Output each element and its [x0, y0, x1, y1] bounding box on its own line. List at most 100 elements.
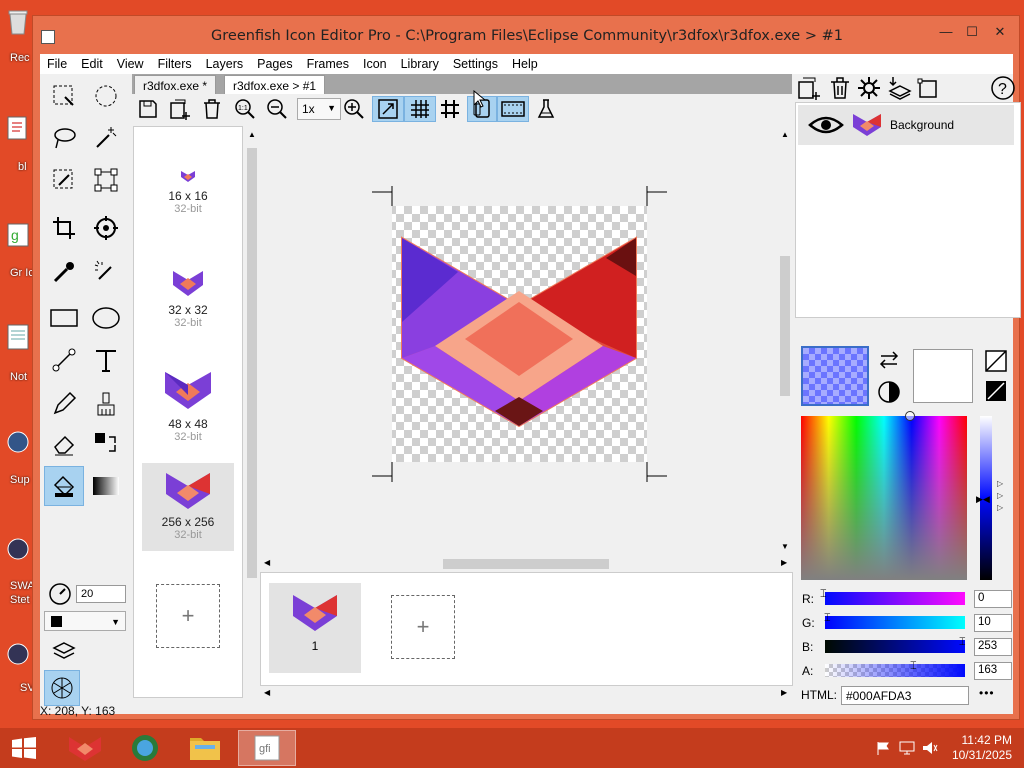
new-page-icon[interactable] — [166, 96, 194, 122]
flag-icon[interactable] — [876, 741, 890, 755]
tab-r3dfox-frame1[interactable]: r3dfox.exe > #1 — [224, 75, 326, 95]
brush-size-input[interactable]: 20 — [76, 585, 126, 603]
layer-properties-icon[interactable] — [917, 76, 941, 100]
minimize-button[interactable]: — — [933, 21, 959, 43]
inverted-color-icon[interactable] — [985, 380, 1007, 402]
swap-colors-icon[interactable] — [877, 350, 901, 370]
eyedropper-icon[interactable] — [46, 254, 82, 290]
scroll-right-icon[interactable]: ▶ — [781, 688, 787, 697]
line-icon[interactable] — [46, 342, 82, 378]
layers-mode-icon[interactable] — [46, 634, 82, 670]
menu-icon[interactable]: Icon — [356, 57, 394, 71]
horizontal-scroll-thumb[interactable] — [443, 559, 609, 569]
fit-icon[interactable] — [372, 96, 404, 122]
recycle-bin-icon[interactable]: Rec — [6, 8, 32, 64]
red-slider-thumb[interactable]: ⌶ — [820, 588, 827, 601]
merge-down-icon[interactable] — [887, 76, 913, 100]
menu-library[interactable]: Library — [394, 57, 446, 71]
brush-shape-select[interactable]: ▼ — [44, 611, 126, 631]
notepad-shortcut-icon[interactable]: Not — [6, 323, 32, 383]
greenfish-shortcut-icon[interactable]: g Gr Ico — [6, 222, 40, 279]
test-icon[interactable] — [532, 96, 560, 122]
sv-shortcut-icon[interactable]: SV — [6, 640, 35, 694]
invert-icon[interactable] — [877, 380, 901, 404]
transform-icon[interactable] — [88, 162, 124, 198]
lightness-marker-icon[interactable]: ▶◀ — [976, 494, 990, 505]
taskbar-explorer-icon[interactable] — [176, 730, 234, 766]
fill-icon[interactable] — [44, 466, 84, 506]
blue-value[interactable]: 253 — [974, 638, 1012, 656]
icon-canvas[interactable] — [260, 126, 793, 558]
taskbar-greenfish-icon[interactable]: gfi — [238, 730, 296, 766]
add-frame-button[interactable]: + — [391, 595, 455, 659]
gradient-icon[interactable] — [88, 468, 124, 504]
airbrush-icon[interactable] — [88, 254, 124, 290]
html-color-input[interactable]: #000AFDA3 — [841, 686, 969, 705]
blue-slider[interactable] — [825, 640, 965, 653]
alpha-value[interactable]: 163 — [974, 662, 1012, 680]
layer-settings-icon[interactable] — [857, 76, 881, 100]
menu-pages[interactable]: Pages — [250, 57, 299, 71]
new-layer-icon[interactable] — [797, 76, 821, 100]
volume-icon[interactable] — [922, 740, 938, 756]
transparent-color-icon[interactable] — [985, 350, 1007, 372]
crop-icon[interactable] — [46, 210, 82, 246]
canvas-horizontal-scrollbar[interactable]: ◀ ▶ — [260, 556, 793, 572]
pencil-select-icon[interactable] — [46, 162, 82, 198]
red-slider[interactable] — [825, 592, 965, 605]
brush-icon[interactable] — [88, 386, 124, 422]
menu-filters[interactable]: Filters — [151, 57, 199, 71]
scroll-right-icon[interactable]: ▶ — [781, 558, 787, 567]
save-icon[interactable] — [134, 96, 162, 122]
rectangle-icon[interactable] — [46, 300, 82, 336]
title-bar[interactable]: Greenfish Icon Editor Pro - C:\Program F… — [33, 16, 1021, 54]
animation-icon[interactable] — [497, 96, 529, 122]
start-button[interactable] — [0, 730, 48, 766]
pages-scroll-thumb[interactable] — [247, 148, 257, 578]
green-value[interactable]: 10 — [974, 614, 1012, 632]
hotspot-icon[interactable] — [88, 210, 124, 246]
zoom-in-icon[interactable] — [340, 96, 368, 122]
antialias-icon[interactable] — [44, 670, 80, 706]
menu-file[interactable]: File — [40, 57, 74, 71]
alpha-slider-thumb[interactable]: ⌶ — [910, 660, 917, 673]
page-item[interactable]: 48 x 48 32-bit — [134, 369, 242, 443]
menu-frames[interactable]: Frames — [300, 57, 356, 71]
menu-view[interactable]: View — [110, 57, 151, 71]
secondary-color-swatch[interactable] — [913, 349, 973, 403]
more-options-button[interactable]: ••• — [979, 686, 995, 700]
delete-page-icon[interactable] — [198, 96, 226, 122]
eraser-icon[interactable] — [46, 426, 82, 462]
blue-slider-thumb[interactable]: ⌶ — [959, 636, 966, 649]
menu-settings[interactable]: Settings — [446, 57, 505, 71]
maximize-button[interactable]: ☐ — [959, 21, 985, 43]
layer-item[interactable]: Background — [798, 105, 1014, 145]
page-item[interactable]: 32 x 32 32-bit — [134, 269, 242, 329]
green-slider-thumb[interactable]: ⌶ — [824, 612, 831, 625]
spectrum-cursor[interactable] — [905, 411, 915, 421]
primary-color-swatch[interactable] — [801, 346, 869, 406]
taskbar-browser-icon[interactable] — [116, 730, 174, 766]
text-icon[interactable] — [88, 342, 124, 378]
add-page-button[interactable]: + — [156, 584, 220, 648]
support-shortcut-icon[interactable]: Sup — [6, 428, 32, 486]
ellipse-icon[interactable] — [88, 300, 124, 336]
zoom-select[interactable]: 1x ▼ — [297, 98, 341, 120]
menu-help[interactable]: Help — [505, 57, 545, 71]
replace-color-icon[interactable] — [88, 426, 124, 462]
page-item[interactable]: 16 x 16 32-bit — [134, 169, 242, 215]
network-icon[interactable] — [899, 740, 915, 756]
alpha-slider[interactable] — [825, 664, 965, 677]
page-item-selected[interactable]: 256 x 256 32-bit — [142, 463, 234, 551]
center-guides-icon[interactable] — [436, 96, 464, 122]
clock[interactable]: 11:42 PM 10/31/2025 — [952, 733, 1012, 763]
zoom-out-icon[interactable] — [263, 96, 291, 122]
menu-layers[interactable]: Layers — [199, 57, 251, 71]
tab-r3dfox[interactable]: r3dfox.exe * — [134, 75, 217, 95]
ellipse-select-icon[interactable] — [88, 78, 124, 114]
zoom-actual-icon[interactable]: 1:1 — [231, 96, 259, 122]
frames-scrollbar[interactable]: ◀ ▶ — [260, 686, 793, 702]
green-slider[interactable] — [825, 616, 965, 629]
rect-select-icon[interactable] — [46, 78, 82, 114]
pages-scrollbar[interactable]: ▲ — [244, 126, 260, 698]
